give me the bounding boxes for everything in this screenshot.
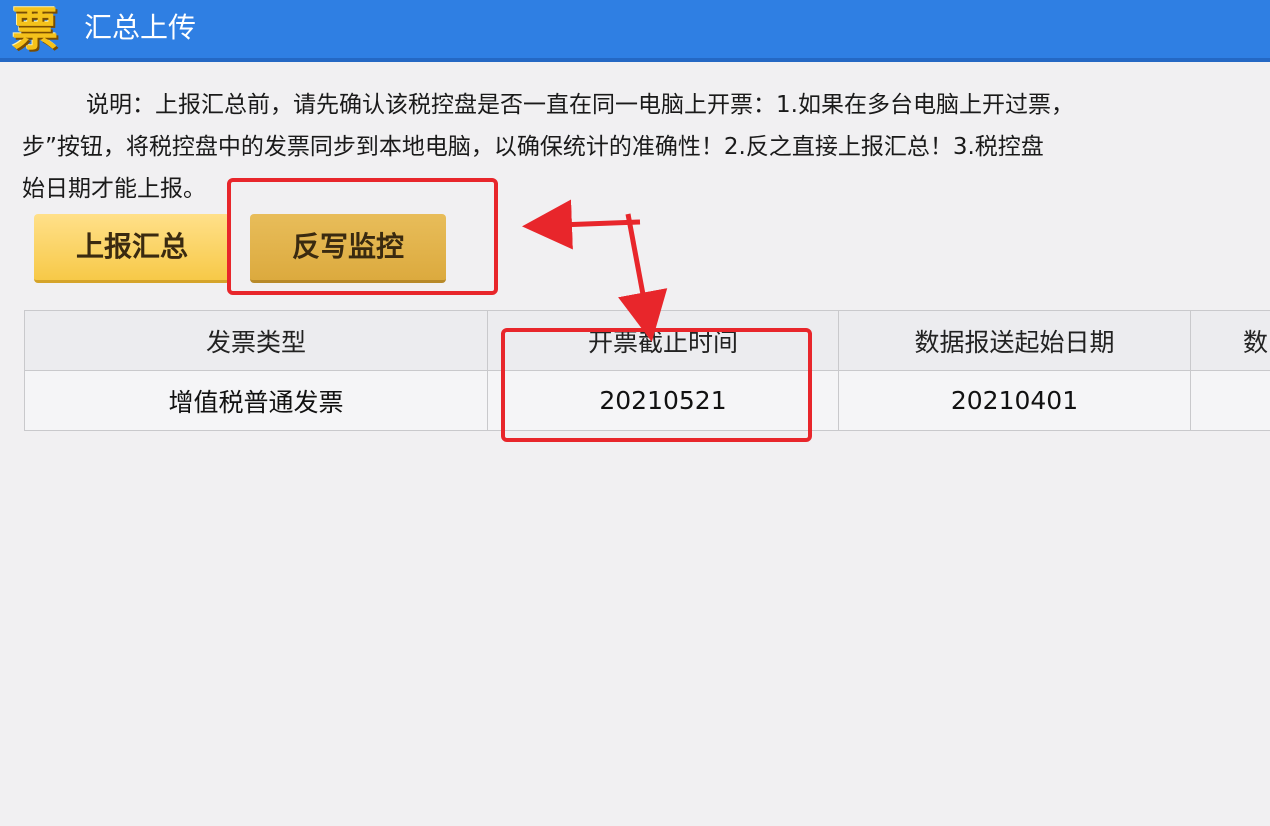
arrow-to-cutoff-icon xyxy=(618,213,668,342)
arrow-to-writeback-icon xyxy=(522,199,641,250)
annotation-arrows xyxy=(522,199,668,342)
